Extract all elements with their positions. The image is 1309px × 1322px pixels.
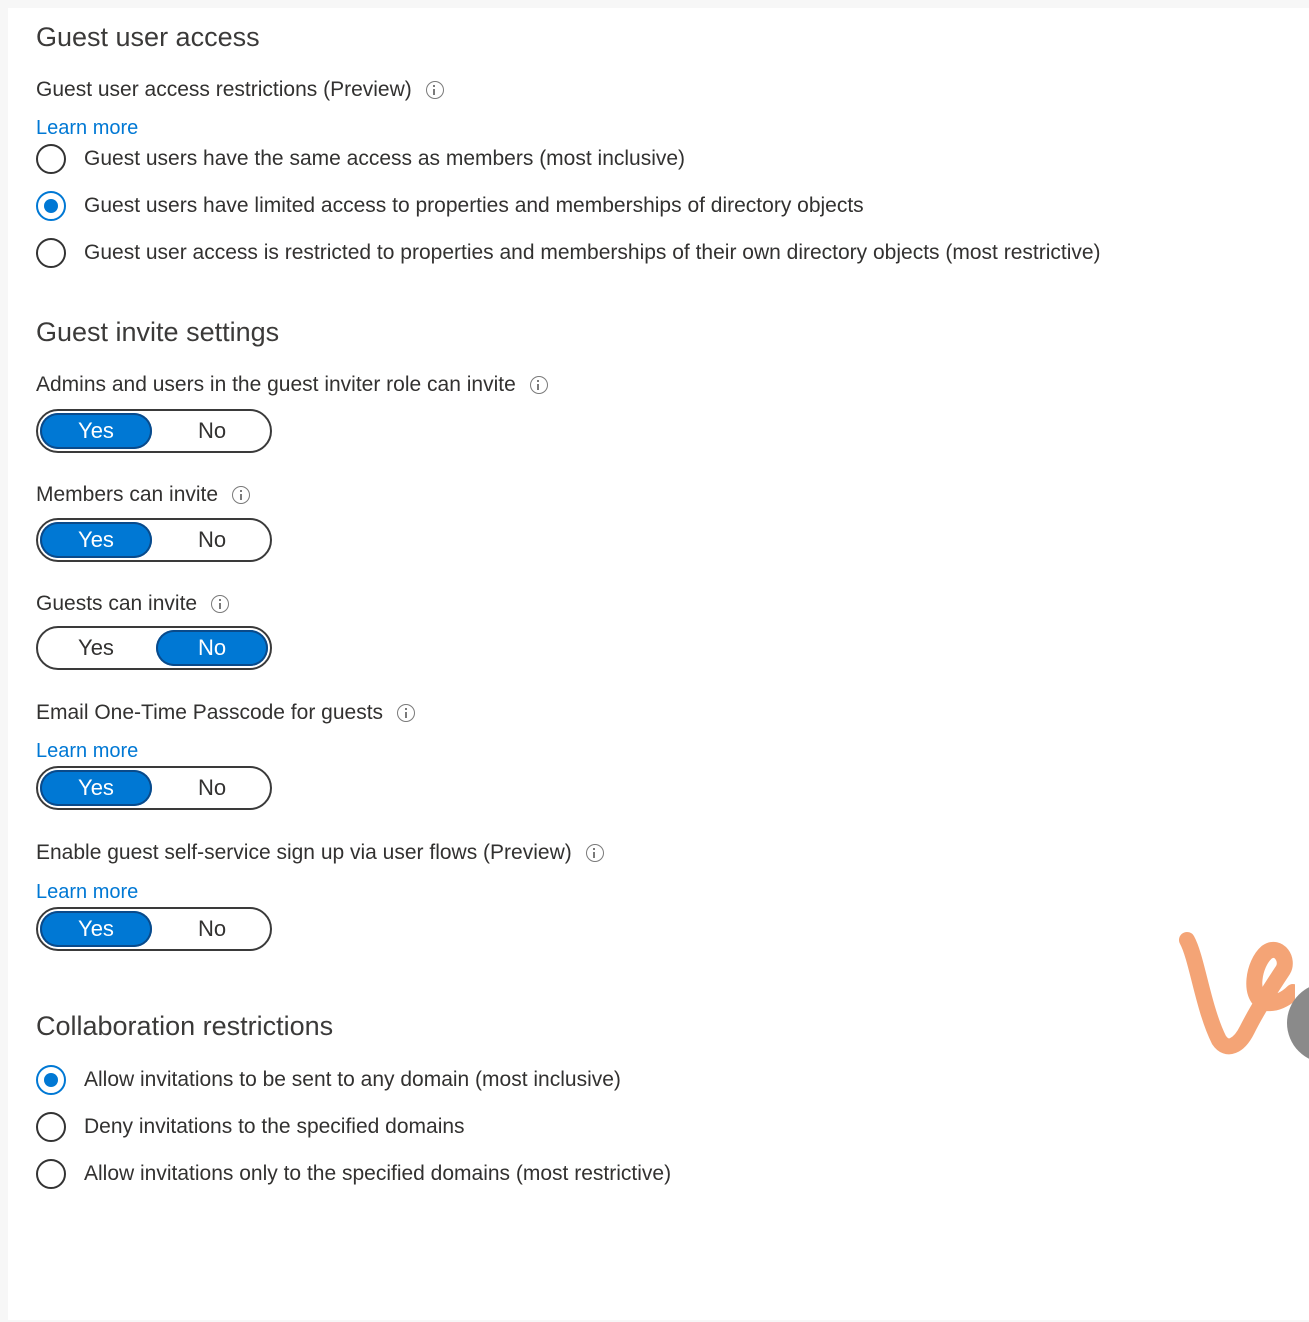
radio-label: Allow invitations only to the specified …: [84, 1162, 672, 1185]
self-service-signup-label: Enable guest self-service sign up via us…: [36, 841, 604, 865]
learn-more-link-guest-access[interactable]: Learn more: [36, 117, 138, 140]
learn-more-link-self-service[interactable]: Learn more: [36, 881, 138, 904]
toggle-no[interactable]: No: [156, 413, 268, 449]
admins-can-invite-label-text: Admins and users in the guest inviter ro…: [36, 373, 516, 396]
section-title-collaboration-restrictions: Collaboration restrictions: [36, 1011, 334, 1041]
toggle-yes[interactable]: Yes: [40, 413, 152, 449]
toggle-no[interactable]: No: [156, 522, 268, 558]
toggle-no[interactable]: No: [156, 911, 268, 947]
guests-can-invite-label: Guests can invite: [36, 592, 230, 616]
radio-option-any-domain[interactable]: Allow invitations to be sent to any doma…: [36, 1065, 621, 1095]
info-icon[interactable]: [211, 595, 230, 613]
info-icon[interactable]: [397, 704, 416, 722]
radio-button[interactable]: [36, 1159, 66, 1189]
toggle-yes[interactable]: Yes: [40, 770, 152, 806]
settings-page: Guest user access Guest user access rest…: [8, 8, 1309, 1320]
radio-button-selected[interactable]: [36, 1065, 66, 1095]
toggle-yes[interactable]: Yes: [40, 630, 152, 666]
radio-button[interactable]: [36, 238, 66, 268]
radio-label: Guest users have the same access as memb…: [84, 147, 686, 170]
guest-access-restrictions-label-text: Guest user access restrictions (Preview): [36, 78, 412, 101]
members-can-invite-toggle[interactable]: Yes No: [36, 518, 272, 562]
info-icon[interactable]: [585, 844, 604, 862]
radio-button[interactable]: [36, 1112, 66, 1142]
toggle-no[interactable]: No: [156, 630, 268, 666]
radio-label: Guest users have limited access to prope…: [84, 194, 864, 217]
guests-can-invite-label-text: Guests can invite: [36, 592, 198, 615]
toggle-no[interactable]: No: [156, 770, 268, 806]
radio-label: Guest user access is restricted to prope…: [84, 241, 1101, 264]
radio-option-limited-access[interactable]: Guest users have limited access to prope…: [36, 191, 864, 221]
brand-logo-icon: [1179, 932, 1295, 1055]
info-icon[interactable]: [425, 81, 444, 99]
radio-option-same-access[interactable]: Guest users have the same access as memb…: [36, 144, 685, 174]
email-otp-label-text: Email One-Time Passcode for guests: [36, 701, 384, 724]
radio-label: Allow invitations to be sent to any doma…: [84, 1068, 621, 1091]
info-icon[interactable]: [529, 376, 548, 394]
radio-option-deny-domains[interactable]: Deny invitations to the specified domain…: [36, 1112, 465, 1142]
email-otp-toggle[interactable]: Yes No: [36, 766, 272, 810]
radio-label: Deny invitations to the specified domain…: [84, 1115, 465, 1138]
section-title-guest-user-access: Guest user access: [36, 22, 260, 52]
self-service-signup-toggle[interactable]: Yes No: [36, 907, 272, 951]
toggle-yes[interactable]: Yes: [40, 911, 152, 947]
self-service-signup-label-text: Enable guest self-service sign up via us…: [36, 841, 572, 864]
members-can-invite-label: Members can invite: [36, 483, 251, 507]
radio-option-allow-specified-domains[interactable]: Allow invitations only to the specified …: [36, 1159, 671, 1189]
radio-button[interactable]: [36, 144, 66, 174]
radio-button-selected[interactable]: [36, 191, 66, 221]
radio-option-restricted-access[interactable]: Guest user access is restricted to prope…: [36, 238, 1101, 268]
admins-can-invite-toggle[interactable]: Yes No: [36, 409, 272, 453]
guests-can-invite-toggle[interactable]: Yes No: [36, 626, 272, 670]
toggle-yes[interactable]: Yes: [40, 522, 152, 558]
guest-access-restrictions-label: Guest user access restrictions (Preview): [36, 78, 444, 102]
email-otp-label: Email One-Time Passcode for guests: [36, 701, 416, 725]
learn-more-link-email-otp[interactable]: Learn more: [36, 740, 138, 763]
admins-can-invite-label: Admins and users in the guest inviter ro…: [36, 373, 548, 397]
info-icon[interactable]: [232, 486, 251, 504]
section-title-guest-invite-settings: Guest invite settings: [36, 317, 280, 347]
members-can-invite-label-text: Members can invite: [36, 483, 219, 506]
